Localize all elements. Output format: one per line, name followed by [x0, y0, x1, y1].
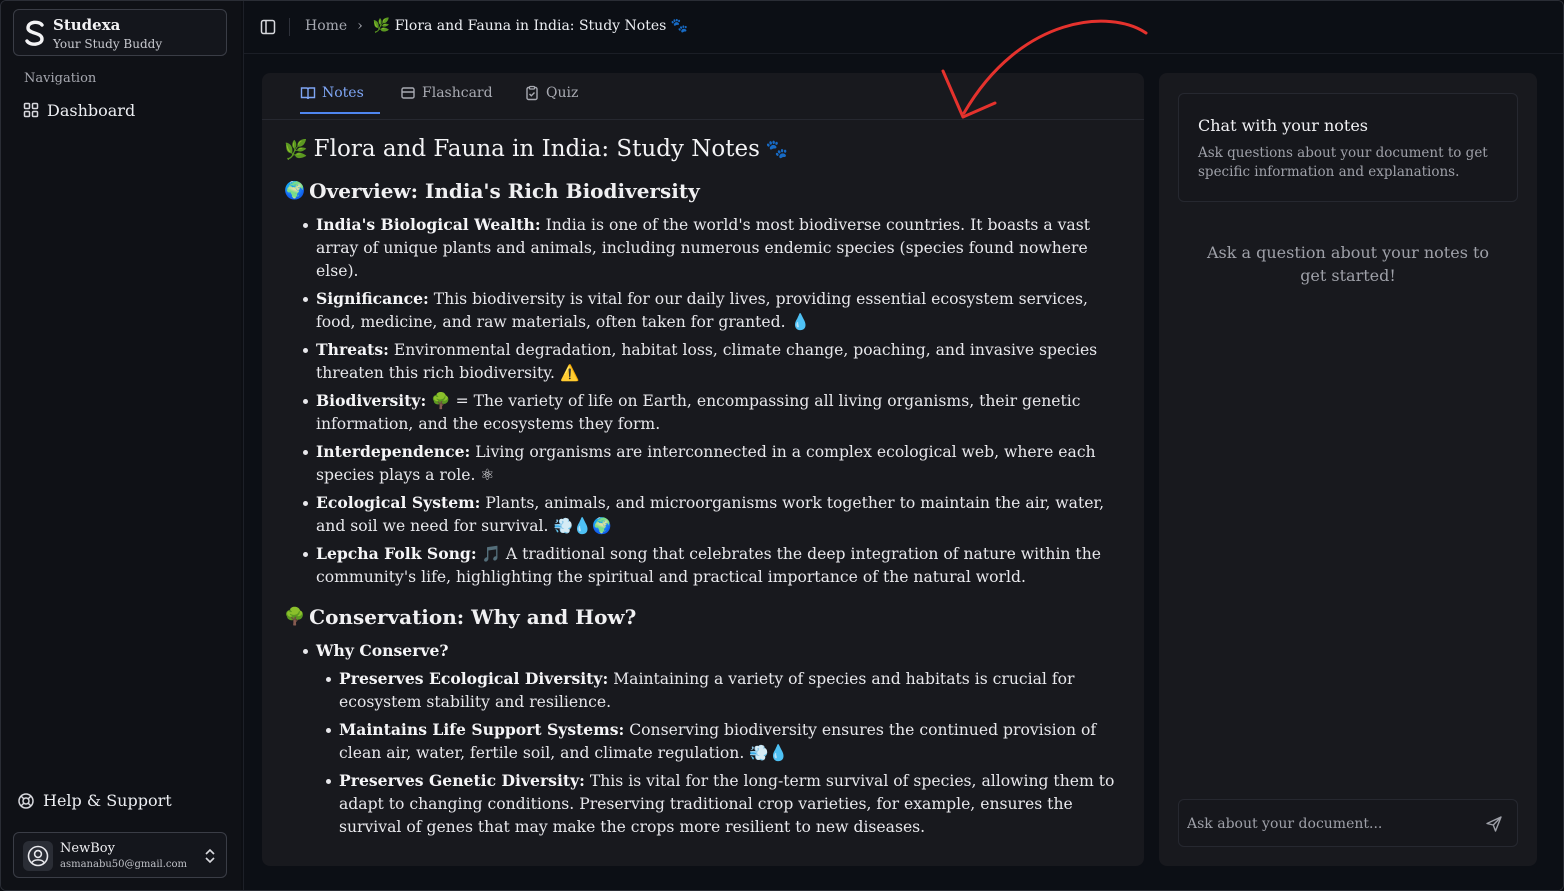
tab-quiz[interactable]: Quiz [524, 85, 578, 101]
user-email: asmanabu50@gmail.com [60, 859, 188, 870]
user-circle-icon [27, 845, 49, 867]
tab-label: Quiz [546, 85, 579, 101]
paw-icon: 🐾 [765, 138, 789, 160]
tree-icon: 🌳 [284, 607, 306, 627]
notes-content: 🌿 Flora and Fauna in India: Study Notes … [284, 133, 1124, 843]
clipboard-check-icon [526, 85, 538, 101]
term: Maintains Life Support Systems: [339, 720, 625, 739]
divider [289, 18, 290, 36]
tab-flashcard[interactable]: Flashcard [400, 85, 493, 101]
help-support-link[interactable]: Help & Support [17, 791, 172, 810]
term: Significance: [316, 289, 429, 308]
list-item: Biodiversity: 🌳 = The variety of life on… [302, 389, 1124, 436]
chevrons-up-down-icon [205, 848, 215, 864]
term: Lepcha Folk Song: [316, 544, 477, 563]
sidebar: Studexa Your Study Buddy Navigation Dash… [1, 1, 241, 890]
active-tab-indicator [300, 112, 380, 114]
list-item: Threats: Environmental degradation, habi… [302, 338, 1124, 385]
term: Preserves Genetic Diversity: [339, 771, 585, 790]
term: Preserves Ecological Diversity: [339, 669, 609, 688]
section-heading: 🌍 Overview: India's Rich Biodiversity [284, 177, 1124, 205]
sidebar-item-dashboard[interactable]: Dashboard [19, 97, 224, 123]
sidebar-item-label: Dashboard [47, 100, 136, 120]
user-menu[interactable]: NewBoy asmanabu50@gmail.com [13, 832, 227, 878]
conservation-list: Why Conserve? Preserves Ecological Diver… [284, 639, 1124, 839]
top-bar: Home › 🌿 Flora and Fauna in India: Study… [244, 1, 1563, 54]
chat-title: Chat with your notes [1198, 116, 1368, 135]
notes-panel: Notes Flashcard Quiz 🌿 Flora and Fauna i… [262, 73, 1144, 866]
list-item: Significance: This biodiversity is vital… [302, 287, 1124, 334]
term: Why Conserve? [316, 641, 449, 660]
chat-description: Ask questions about your document to get… [1198, 145, 1488, 180]
list-item: Why Conserve? Preserves Ecological Diver… [302, 639, 1124, 839]
tab-notes[interactable]: Notes [300, 85, 364, 101]
herb-icon: 🌿 [284, 138, 308, 161]
sidebar-toggle-icon[interactable] [260, 19, 276, 35]
chat-panel: Chat with your notes Ask questions about… [1159, 73, 1537, 866]
main-area: Home › 🌿 Flora and Fauna in India: Study… [243, 1, 1563, 890]
nav-section-label: Navigation [24, 71, 97, 86]
chat-input[interactable] [1187, 812, 1477, 836]
send-icon[interactable] [1485, 815, 1503, 833]
term: Threats: [316, 340, 389, 359]
tab-bar: Notes Flashcard Quiz [262, 73, 1144, 120]
list-item: Ecological System: Plants, animals, and … [302, 491, 1124, 538]
app-name: Studexa [53, 16, 121, 34]
book-open-icon [300, 87, 316, 100]
list-item: Preserves Genetic Diversity: This is vit… [325, 769, 1124, 839]
definition: Environmental degradation, habitat loss,… [316, 341, 1098, 382]
tab-label: Notes [322, 85, 364, 101]
help-support-label: Help & Support [43, 791, 172, 810]
brand-switcher[interactable]: Studexa Your Study Buddy [13, 9, 227, 56]
chat-intro-card: Chat with your notes Ask questions about… [1178, 93, 1518, 202]
app-window: Studexa Your Study Buddy Navigation Dash… [0, 0, 1564, 891]
breadcrumb-current: 🌿 Flora and Fauna in India: Study Notes … [372, 18, 689, 34]
app-tagline: Your Study Buddy [53, 37, 163, 51]
list-item: Lepcha Folk Song: 🎵 A traditional song t… [302, 542, 1124, 589]
overview-list: India's Biological Wealth: India is one … [284, 213, 1124, 589]
breadcrumb: Home › 🌿 Flora and Fauna in India: Study… [305, 18, 688, 34]
studexa-logo-icon [22, 18, 48, 48]
term: Biodiversity: [316, 391, 427, 410]
section-heading-text: Conservation: Why and How? [309, 605, 637, 629]
list-item: Maintains Life Support Systems: Conservi… [325, 718, 1124, 765]
tab-label: Flashcard [422, 85, 493, 101]
breadcrumb-separator: › [357, 18, 363, 34]
list-item: Preserves Ecological Diversity: Maintain… [325, 667, 1124, 714]
grid-icon [23, 102, 39, 118]
definition: 🌳 = The variety of life on Earth, encomp… [316, 392, 1081, 433]
avatar [23, 841, 53, 871]
notes-title: 🌿 Flora and Fauna in India: Study Notes … [284, 133, 1124, 165]
term: Ecological System: [316, 493, 481, 512]
breadcrumb-home-link[interactable]: Home [305, 18, 347, 34]
list-item: Interdependence: Living organisms are in… [302, 440, 1124, 487]
card-icon [401, 87, 415, 99]
section-heading-text: Overview: India's Rich Biodiversity [309, 179, 700, 203]
globe-icon: 🌍 [284, 181, 306, 201]
definition: This biodiversity is vital for our daily… [316, 290, 1088, 331]
term: India's Biological Wealth: [316, 215, 541, 234]
chat-empty-state: Ask a question about your notes to get s… [1206, 243, 1490, 285]
notes-title-text: Flora and Fauna in India: Study Notes [313, 136, 760, 162]
section-heading: 🌳 Conservation: Why and How? [284, 603, 1124, 631]
nested-list: Preserves Ecological Diversity: Maintain… [316, 667, 1124, 839]
user-name: NewBoy [60, 841, 115, 856]
term: Interdependence: [316, 442, 471, 461]
list-item: India's Biological Wealth: India is one … [302, 213, 1124, 283]
chat-input-box [1178, 799, 1518, 847]
lifebuoy-icon [18, 792, 34, 809]
